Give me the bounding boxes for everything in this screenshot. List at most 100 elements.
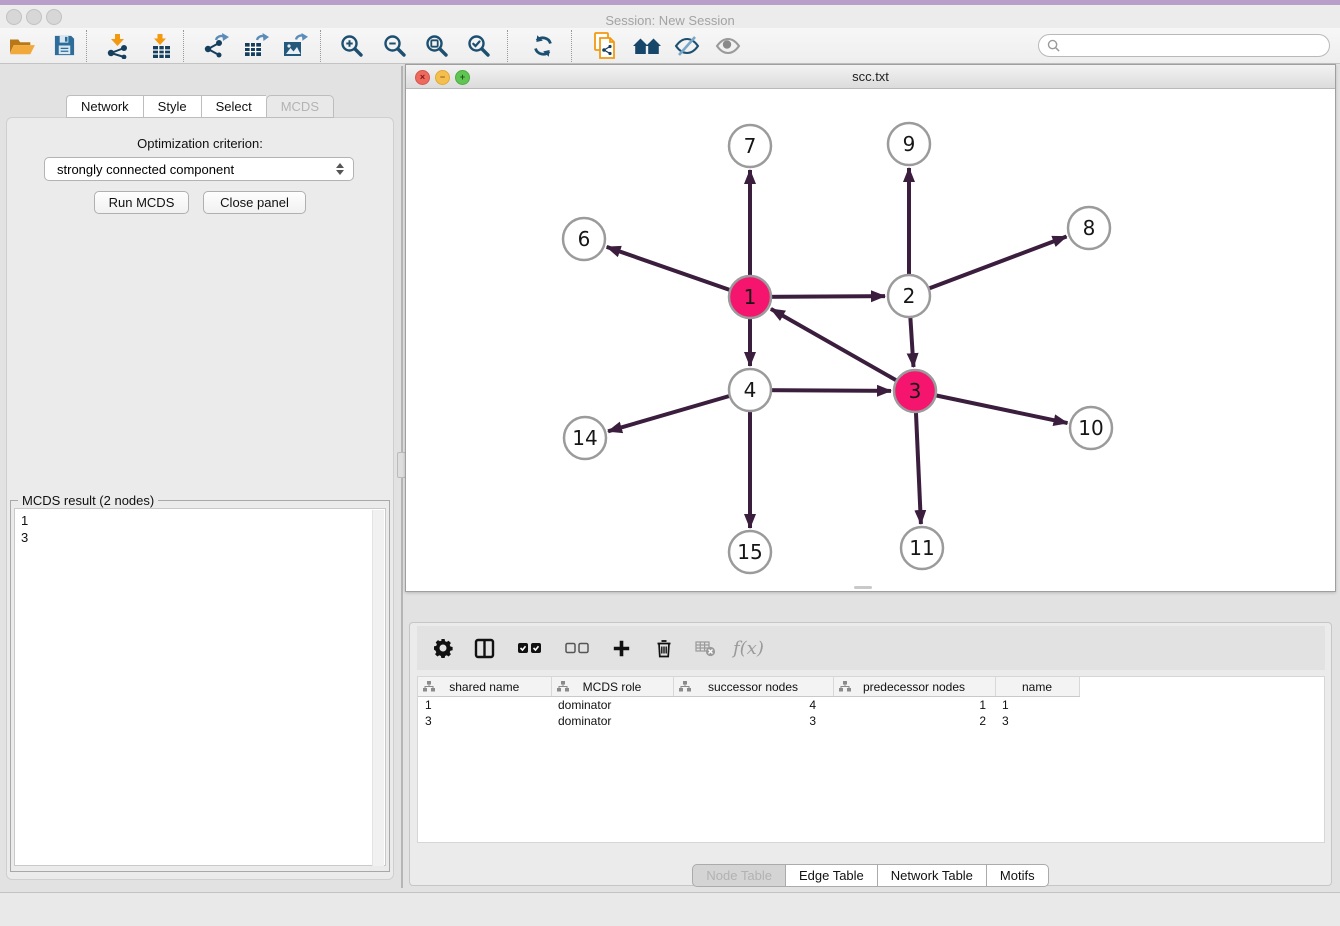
cytoscape-window: Session: New Session — [0, 0, 1340, 926]
control-tab-mcds[interactable]: MCDS — [266, 95, 334, 118]
export-image-icon[interactable] — [278, 31, 310, 61]
toolbar-separator — [183, 30, 185, 62]
toolbar-separator — [571, 30, 573, 62]
table-panel-tabs: Node TableEdge TableNetwork TableMotifs — [405, 864, 1336, 887]
table-cell[interactable]: 3 — [673, 713, 833, 729]
table-cell[interactable]: 3 — [995, 713, 1079, 729]
zoom-fit-icon[interactable] — [421, 31, 453, 61]
search-input[interactable] — [1065, 37, 1321, 54]
network-window-title: scc.txt — [406, 69, 1335, 84]
add-column-icon[interactable] — [612, 639, 631, 658]
result-line: 3 — [21, 529, 379, 546]
home-icon[interactable] — [631, 31, 663, 61]
search-icon — [1047, 39, 1060, 52]
column-header-predecessor-nodes[interactable]: predecessor nodes — [833, 677, 995, 697]
node-table: shared nameMCDS rolesuccessor nodesprede… — [417, 676, 1325, 843]
control-panel-tabs: NetworkStyleSelectMCDS — [0, 95, 400, 118]
export-table-icon[interactable] — [239, 31, 271, 61]
zoom-selected-icon[interactable] — [463, 31, 495, 61]
table-row[interactable]: 3dominator323 — [418, 713, 1079, 729]
network-file-icon[interactable] — [589, 31, 621, 61]
graph-node-label: 15 — [737, 540, 762, 564]
table-cell[interactable]: 4 — [673, 697, 833, 714]
delete-table-icon[interactable] — [695, 639, 716, 657]
import-network-icon[interactable] — [102, 31, 134, 61]
column-header-successor-nodes[interactable]: successor nodes — [673, 677, 833, 697]
graph-node-label: 3 — [909, 379, 922, 403]
graph-edge-3-10[interactable] — [915, 391, 1068, 423]
table-cell[interactable]: 1 — [995, 697, 1079, 714]
table-header-row: shared nameMCDS rolesuccessor nodesprede… — [418, 677, 1079, 697]
dropdown-value: strongly connected component — [57, 162, 234, 177]
graph-node-label: 14 — [572, 426, 597, 450]
window-titlebar[interactable]: Session: New Session — [0, 5, 1340, 28]
export-network-icon[interactable] — [199, 31, 231, 61]
close-panel-button[interactable]: Close panel — [203, 191, 306, 214]
control-tab-select[interactable]: Select — [201, 95, 266, 118]
table-cell[interactable]: 2 — [833, 713, 995, 729]
deselect-all-icon[interactable] — [565, 642, 589, 654]
network-window-titlebar[interactable]: × − + scc.txt — [406, 65, 1335, 89]
mcds-result-title: MCDS result (2 nodes) — [18, 493, 158, 508]
run-mcds-button[interactable]: Run MCDS — [94, 191, 189, 214]
table-toolbar: f(x) — [417, 626, 1325, 670]
result-line: 1 — [21, 512, 379, 529]
bottom-tab-node-table[interactable]: Node Table — [692, 864, 785, 887]
table-cell[interactable]: dominator — [551, 697, 673, 714]
table-cell[interactable]: 1 — [418, 697, 551, 714]
delete-column-trash-icon[interactable] — [654, 638, 674, 659]
mcds-result-lines: 13 — [15, 509, 385, 549]
table-cell[interactable]: dominator — [551, 713, 673, 729]
toolbar-separator — [507, 30, 509, 62]
bottom-tab-motifs[interactable]: Motifs — [986, 864, 1049, 887]
search-field[interactable] — [1038, 34, 1330, 57]
network-view-window: × − + scc.txt 7968124314101511 — [405, 64, 1336, 592]
tree-hierarchy-icon — [557, 681, 569, 695]
column-header-MCDS-role[interactable]: MCDS role — [551, 677, 673, 697]
optimization-criterion-dropdown[interactable]: strongly connected component — [44, 157, 354, 181]
table-cell[interactable]: 3 — [418, 713, 551, 729]
mcds-result-box: 13 — [10, 500, 390, 872]
table-panel-header: Table Panel ✕ — [405, 596, 1336, 620]
window-title: Session: New Session — [0, 13, 1340, 28]
graph-edge-2-8[interactable] — [909, 236, 1067, 296]
zoom-in-icon[interactable] — [336, 31, 368, 61]
table-settings-gear-icon[interactable] — [433, 638, 453, 658]
tree-hierarchy-icon — [839, 681, 851, 695]
result-scrollbar[interactable] — [372, 510, 384, 866]
graph-node-label: 2 — [903, 284, 916, 308]
column-header-shared-name[interactable]: shared name — [418, 677, 551, 697]
mcds-result-area[interactable]: 13 — [14, 508, 386, 866]
function-builder-icon: f(x) — [733, 638, 764, 659]
graph-node-label: 1 — [744, 285, 757, 309]
table-cell[interactable]: 1 — [833, 697, 995, 714]
column-header-name[interactable]: name — [995, 677, 1079, 697]
control-tab-style[interactable]: Style — [143, 95, 201, 118]
status-bar: Memory — [0, 892, 1340, 926]
graph-node-label: 11 — [909, 536, 934, 560]
save-session-icon[interactable] — [48, 31, 80, 61]
optimization-criterion-label: Optimization criterion: — [0, 136, 400, 151]
graph-edge-3-1[interactable] — [771, 309, 915, 391]
open-session-icon[interactable] — [6, 31, 38, 61]
refresh-icon[interactable] — [527, 31, 559, 61]
show-graphics-icon[interactable] — [712, 31, 744, 61]
graph-node-label: 6 — [578, 227, 591, 251]
table-body: 1dominator4113dominator323 — [418, 697, 1079, 730]
select-all-icon[interactable] — [518, 642, 542, 654]
bottom-tab-network-table[interactable]: Network Table — [877, 864, 986, 887]
node-table-grid: shared nameMCDS rolesuccessor nodesprede… — [418, 677, 1080, 729]
network-resize-grip[interactable] — [854, 586, 872, 589]
import-table-icon[interactable] — [145, 31, 177, 61]
network-graph[interactable]: 7968124314101511 — [406, 89, 1335, 591]
main-toolbar — [0, 28, 1340, 64]
bottom-tab-edge-table[interactable]: Edge Table — [785, 864, 877, 887]
graph-node-label: 9 — [903, 132, 916, 156]
chevron-updown-icon — [336, 163, 344, 175]
zoom-out-icon[interactable] — [379, 31, 411, 61]
graph-edge-1-6[interactable] — [607, 247, 750, 297]
hide-graphics-icon[interactable] — [671, 31, 703, 61]
table-row[interactable]: 1dominator411 — [418, 697, 1079, 714]
control-tab-network[interactable]: Network — [66, 95, 143, 118]
split-columns-icon[interactable] — [474, 638, 495, 659]
